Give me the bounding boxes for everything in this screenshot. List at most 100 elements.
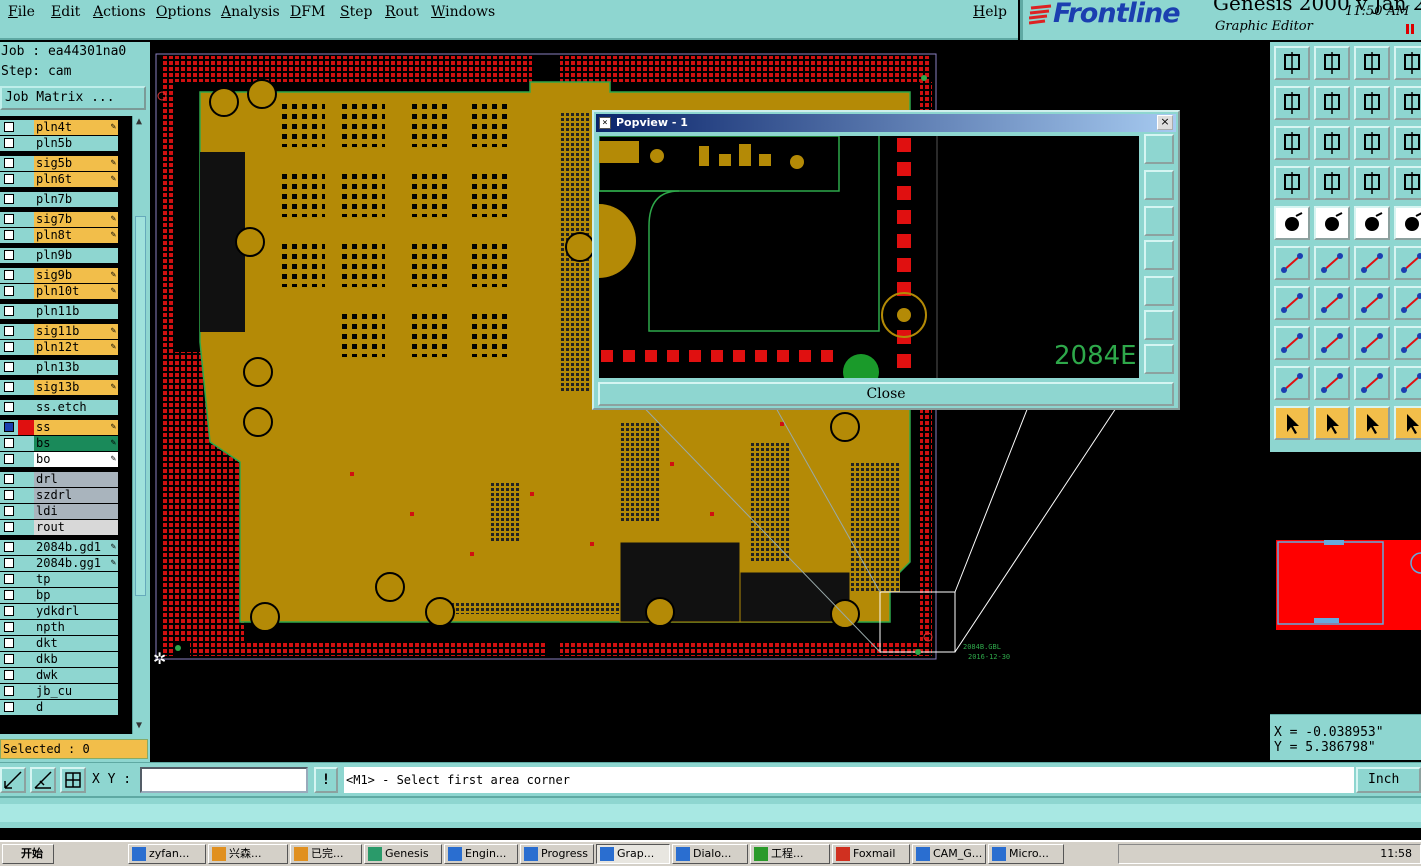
split-button[interactable] [1354, 326, 1390, 360]
layer-name[interactable]: pln9b [34, 248, 118, 263]
layer-row[interactable]: szdrl [0, 488, 118, 503]
layer-checkbox[interactable] [4, 230, 14, 240]
layer-name[interactable]: pln11b [34, 304, 118, 319]
diagonal-button[interactable] [1314, 286, 1350, 320]
layer-name[interactable]: pln8t [34, 228, 118, 243]
taskbar-item[interactable]: Grap... [596, 844, 670, 864]
cross-button[interactable] [1314, 246, 1350, 280]
popview-pan-left-button[interactable] [1144, 240, 1174, 270]
taskbar-item[interactable]: Micro... [988, 844, 1064, 864]
layer-checkbox[interactable] [4, 686, 14, 696]
layer-row[interactable]: npth [0, 620, 118, 635]
layer-name[interactable]: bp [34, 588, 118, 603]
layer-row[interactable]: sig9b ✎ [0, 268, 118, 283]
layer-checkbox[interactable] [4, 422, 14, 432]
line-add-2-button[interactable] [1394, 246, 1421, 280]
layer-row[interactable]: pln4t ✎ [0, 120, 118, 135]
zoom-home-button[interactable] [1274, 46, 1310, 80]
help-button[interactable] [1394, 126, 1421, 160]
popview-zoom-in-button[interactable] [1144, 310, 1174, 340]
pause-icon[interactable] [1406, 24, 1414, 34]
select-poly-button[interactable] [1354, 406, 1390, 440]
popview-zoom-home-button[interactable] [1144, 134, 1174, 164]
select-multi-button[interactable] [1394, 406, 1421, 440]
fit-all-button[interactable] [1274, 126, 1310, 160]
layer-row[interactable]: sig11b ✎ [0, 324, 118, 339]
snap-button[interactable] [1394, 206, 1421, 240]
grid-button[interactable] [1314, 166, 1350, 200]
layer-name[interactable]: pln10t [34, 284, 118, 299]
layer-checkbox[interactable] [4, 506, 14, 516]
layer-name[interactable]: bs [34, 436, 118, 451]
layer-checkbox[interactable] [4, 622, 14, 632]
taskbar-item[interactable]: zyfan... [128, 844, 206, 864]
layer-name[interactable]: sig5b [34, 156, 118, 171]
layer-row[interactable]: bs ✎ [0, 436, 118, 451]
scroll-down-icon[interactable]: ▼ [136, 720, 142, 731]
taskbar-item[interactable]: CAM_G... [912, 844, 986, 864]
layer-checkbox[interactable] [4, 542, 14, 552]
point-button[interactable] [1274, 326, 1310, 360]
layer-name[interactable]: drl [34, 472, 118, 487]
overview-map[interactable] [1274, 538, 1421, 638]
snap-mode-icon[interactable] [0, 767, 26, 793]
layer-checkbox[interactable] [4, 382, 14, 392]
layer-name[interactable]: bo [34, 452, 118, 467]
execute-button[interactable]: ! [314, 767, 338, 793]
layer-checkbox[interactable] [4, 402, 14, 412]
layer-name[interactable]: 2084b.gd1 [34, 540, 118, 555]
measure-mode-icon[interactable] [30, 767, 56, 793]
menu-options[interactable]: Options [156, 4, 211, 20]
arc-2-button[interactable] [1394, 286, 1421, 320]
popview-pan-right-button[interactable] [1144, 276, 1174, 306]
xy-input[interactable] [140, 767, 308, 793]
connect-button[interactable] [1274, 246, 1310, 280]
layer-checkbox[interactable] [4, 122, 14, 132]
taskbar-item[interactable]: 工程... [750, 844, 830, 864]
close-button[interactable]: Close [598, 382, 1174, 406]
layer-row[interactable]: dwk [0, 668, 118, 683]
layer-checkbox[interactable] [4, 454, 14, 464]
scale-1-2-button[interactable] [1354, 126, 1390, 160]
layer-checkbox[interactable] [4, 158, 14, 168]
layer-checkbox[interactable] [4, 638, 14, 648]
layer-name[interactable]: d [34, 700, 118, 715]
popview-zoom-out-button[interactable] [1144, 344, 1174, 374]
layer-row[interactable]: pln12t ✎ [0, 340, 118, 355]
layer-checkbox[interactable] [4, 522, 14, 532]
layer-name[interactable]: rout [34, 520, 118, 535]
layer-row[interactable]: 2084b.gg1 ✎ [0, 556, 118, 571]
taskbar-item[interactable]: Dialo... [672, 844, 748, 864]
unknown-a-button[interactable] [1394, 46, 1421, 80]
menu-dfm[interactable]: DFM [290, 4, 325, 20]
scroll-thumb[interactable] [135, 216, 146, 596]
layer-checkbox[interactable] [4, 214, 14, 224]
layer-red-2-button[interactable] [1394, 166, 1421, 200]
layer-checkbox[interactable] [4, 326, 14, 336]
layer-name[interactable]: sig7b [34, 212, 118, 227]
layer-name[interactable]: dkb [34, 652, 118, 667]
layer-row[interactable]: pln7b [0, 192, 118, 207]
layer-row[interactable]: d [0, 700, 118, 715]
layer-row[interactable]: pln13b [0, 360, 118, 375]
fit-profile-button[interactable] [1314, 126, 1350, 160]
layer-red-button[interactable] [1354, 166, 1390, 200]
layer-name[interactable]: sig11b [34, 324, 118, 339]
layer-name[interactable]: pln13b [34, 360, 118, 375]
angle-button[interactable] [1274, 286, 1310, 320]
layer-row[interactable]: jb_cu [0, 684, 118, 699]
layer-row[interactable]: drl [0, 472, 118, 487]
layer-checkbox[interactable] [4, 558, 14, 568]
taskbar-item[interactable]: Genesis [364, 844, 442, 864]
layer-checkbox[interactable] [4, 606, 14, 616]
layer-name[interactable]: ss [34, 420, 118, 435]
layer-row[interactable]: bo ✎ [0, 452, 118, 467]
taskbar-item[interactable]: Foxmail [832, 844, 910, 864]
horizontal-button[interactable] [1314, 326, 1350, 360]
layer-name[interactable]: ydkdrl [34, 604, 118, 619]
layer-checkbox[interactable] [4, 474, 14, 484]
layer-checkbox[interactable] [4, 306, 14, 316]
menu-windows[interactable]: Windows [431, 4, 495, 20]
a-shape-3-button[interactable] [1394, 366, 1421, 400]
layer-name[interactable]: dkt [34, 636, 118, 651]
